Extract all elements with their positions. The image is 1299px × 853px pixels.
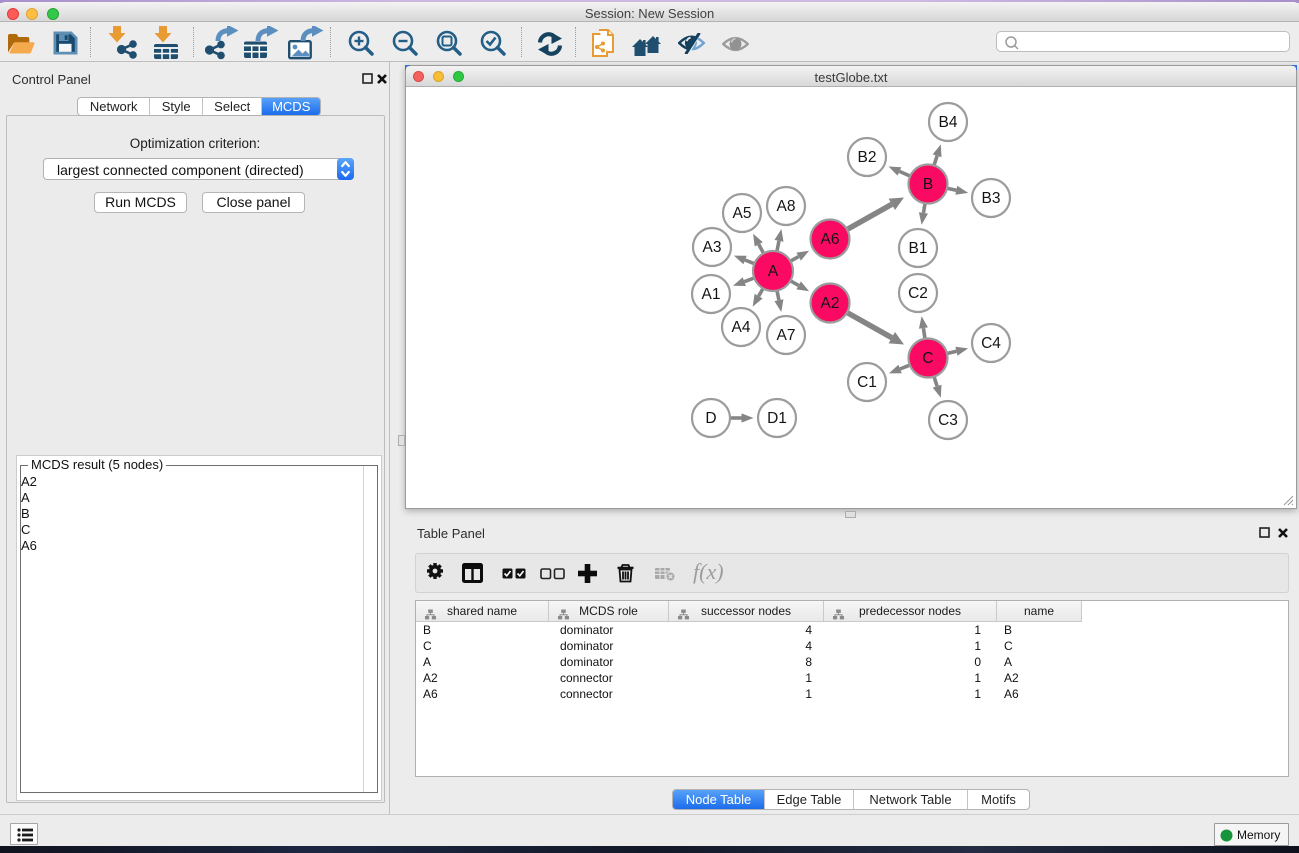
svg-text:A7: A7: [777, 327, 796, 344]
svg-text:C4: C4: [981, 335, 1001, 352]
svg-text:A8: A8: [777, 198, 796, 215]
svg-text:f(x): f(x): [693, 562, 724, 584]
svg-text:C1: C1: [857, 374, 877, 391]
svg-text:A3: A3: [703, 239, 722, 256]
svg-text:B4: B4: [939, 114, 958, 131]
svg-text:A4: A4: [732, 319, 751, 336]
svg-text:A1: A1: [702, 286, 721, 303]
svg-text:C2: C2: [908, 285, 928, 302]
svg-text:C3: C3: [938, 412, 958, 429]
svg-text:D: D: [705, 410, 716, 427]
svg-text:A5: A5: [733, 205, 752, 222]
svg-text:B1: B1: [909, 240, 928, 257]
svg-text:B3: B3: [982, 190, 1001, 207]
svg-text:A: A: [768, 263, 779, 280]
svg-text:D1: D1: [767, 410, 787, 427]
svg-text:A2: A2: [821, 295, 840, 312]
svg-text:C: C: [922, 350, 933, 367]
svg-text:B: B: [923, 176, 933, 193]
svg-text:A6: A6: [821, 231, 840, 248]
svg-text:B2: B2: [858, 149, 877, 166]
